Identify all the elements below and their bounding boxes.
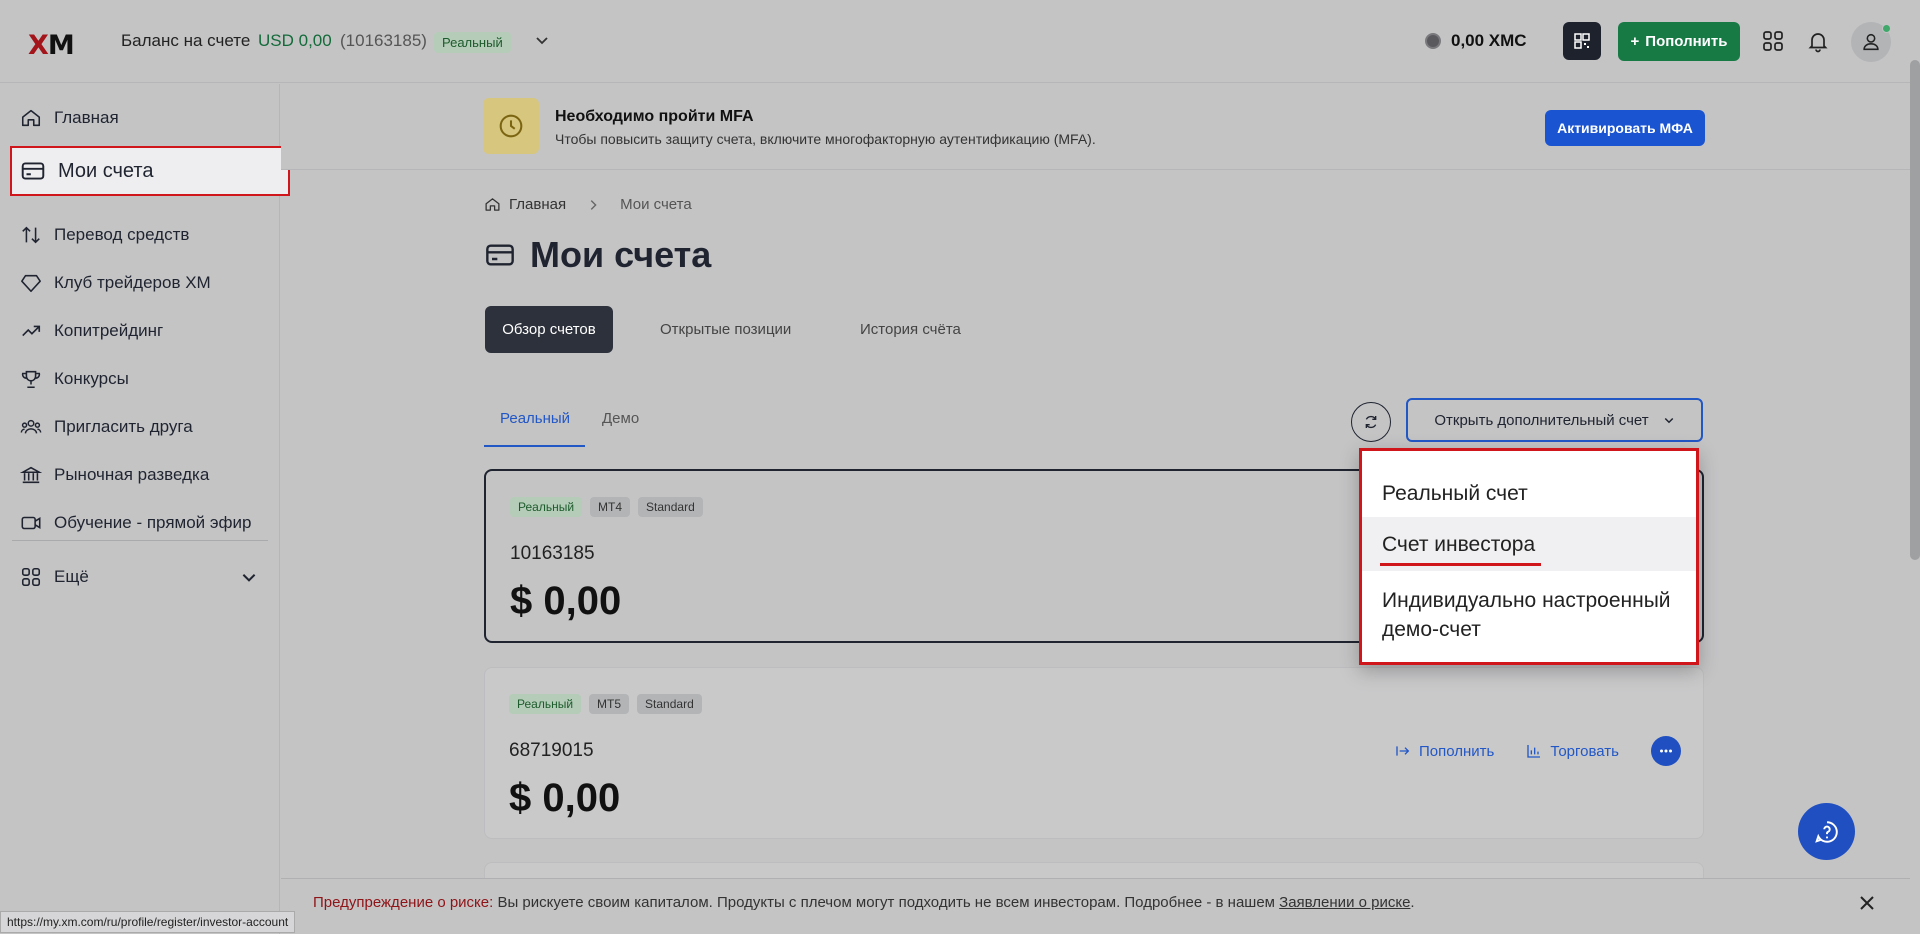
- balance-value: USD 0,00: [258, 31, 332, 50]
- users-icon: [20, 419, 42, 434]
- account-type-badge: Реальный: [510, 497, 583, 517]
- help-chat-button[interactable]: [1798, 803, 1855, 860]
- chevron-down-icon: [242, 574, 256, 582]
- breadcrumb-home[interactable]: Главная: [509, 196, 566, 213]
- account-id: (10163185): [340, 31, 427, 50]
- balance-label: Баланс на счете: [121, 31, 251, 50]
- platform-badge: MT4: [590, 497, 631, 517]
- chevron-down-icon: [1664, 417, 1673, 424]
- account-tags: Реальный MT4 Standard: [510, 497, 703, 517]
- account-balance: $ 0,00: [509, 776, 621, 820]
- refresh-button[interactable]: [1351, 402, 1391, 442]
- sidebar: Главная Мои счета Перевод средств Клуб т…: [0, 84, 290, 934]
- sidebar-item-transfer[interactable]: Перевод средств: [20, 215, 189, 255]
- more-dots-icon: [1660, 749, 1672, 753]
- mfa-title: Необходимо пройти MFA: [555, 108, 754, 125]
- online-status-dot: [1882, 24, 1891, 33]
- mfa-description: Чтобы повысить защиту счета, включите мн…: [555, 131, 1096, 147]
- account-kind-badge: Standard: [637, 694, 702, 714]
- tab-accounts-overview[interactable]: Обзор счетов: [485, 306, 613, 353]
- qr-code-button[interactable]: [1563, 22, 1601, 60]
- card-icon: [486, 244, 514, 266]
- account-tags: Реальный MT5 Standard: [509, 694, 702, 714]
- subtab-real[interactable]: Реальный: [483, 410, 586, 447]
- highlight-underline: [1380, 563, 1541, 566]
- page-scrollbar[interactable]: [1910, 60, 1920, 560]
- mfa-clock-tile: [483, 98, 539, 154]
- account-number: 10163185: [510, 543, 595, 564]
- account-card[interactable]: Реальный MT5 Standard 68719015 $ 0,00 По…: [484, 667, 1704, 839]
- transfer-icon: [22, 226, 40, 244]
- account-trade-button[interactable]: Торговать: [1526, 743, 1619, 760]
- xmc-coin-icon: [1425, 33, 1441, 49]
- breadcrumb-current: Мои счета: [620, 196, 692, 213]
- home-icon: [21, 109, 41, 127]
- status-bar-url: https://my.xm.com/ru/profile/register/in…: [0, 911, 296, 933]
- subtab-demo[interactable]: Демо: [602, 410, 639, 427]
- account-kind-badge: Standard: [638, 497, 703, 517]
- tab-open-positions[interactable]: Открытые позиции: [660, 306, 791, 353]
- sidebar-item-home[interactable]: Главная: [20, 98, 119, 138]
- account-actions: Пополнить Торговать: [1395, 736, 1681, 766]
- deposit-arrow-icon: [1396, 746, 1410, 756]
- account-type-badge: Реальный: [434, 32, 511, 53]
- deposit-button[interactable]: + Пополнить: [1618, 22, 1740, 61]
- chart-bars-icon: [1527, 745, 1541, 758]
- sidebar-item-market-intelligence[interactable]: Рыночная разведка: [20, 455, 209, 495]
- close-icon[interactable]: [1858, 894, 1876, 912]
- apps-grid-icon: [21, 567, 41, 587]
- home-icon: [485, 198, 500, 211]
- page-title: Мои счета: [484, 234, 711, 276]
- activate-mfa-button[interactable]: Активировать МФА: [1545, 110, 1705, 146]
- sidebar-item-copytrading[interactable]: Копитрейдинг: [20, 311, 163, 351]
- sidebar-item-contests[interactable]: Конкурсы: [20, 359, 129, 399]
- sidebar-divider: [12, 540, 268, 541]
- apps-grid-icon[interactable]: [1761, 29, 1785, 53]
- platform-badge: MT5: [589, 694, 630, 714]
- chevron-right-icon: [590, 199, 597, 210]
- chevron-down-icon[interactable]: [534, 32, 550, 48]
- risk-statement-link[interactable]: Заявлении о риске: [1279, 894, 1410, 911]
- account-deposit-button[interactable]: Пополнить: [1395, 743, 1494, 760]
- diamond-icon: [21, 274, 41, 293]
- dropdown-item-real-account[interactable]: Реальный счет: [1362, 479, 1696, 508]
- sidebar-item-more[interactable]: Ещё: [20, 557, 260, 597]
- clock-icon: [499, 114, 523, 138]
- refresh-icon: [1365, 415, 1377, 429]
- open-account-dropdown: Реальный счет Счет инвестора Индивидуаль…: [1359, 448, 1699, 665]
- plus-icon: +: [1630, 33, 1640, 50]
- tab-account-history[interactable]: История счёта: [860, 306, 961, 353]
- trend-icon: [22, 325, 41, 337]
- user-icon: [1863, 33, 1879, 51]
- dropdown-item-custom-demo-account[interactable]: Индивидуально настроенный демо-счет: [1362, 586, 1682, 644]
- sidebar-item-live-education[interactable]: Обучение - прямой эфир: [20, 503, 252, 543]
- dropdown-item-investor-account[interactable]: Счет инвестора: [1362, 517, 1696, 571]
- account-type-badge: Реальный: [509, 694, 582, 714]
- sidebar-item-my-accounts[interactable]: Мои счета: [10, 146, 290, 196]
- bell-icon[interactable]: [1806, 29, 1830, 53]
- more-options-button[interactable]: [1651, 736, 1681, 766]
- help-chat-icon: [1814, 820, 1838, 843]
- open-additional-account-button[interactable]: Открыть дополнительный счет: [1406, 398, 1703, 442]
- bank-icon: [20, 466, 42, 484]
- card-icon: [21, 162, 45, 180]
- risk-warning-text: Предупреждение о риске: Вы рискуете свои…: [313, 894, 1415, 911]
- qr-code-icon: [1574, 33, 1590, 49]
- account-number: 68719015: [509, 740, 594, 761]
- xmc-balance: 0,00 XMC: [1451, 31, 1527, 50]
- top-header: XM Баланс на счете USD 0,00 (10163185) Р…: [0, 0, 1920, 83]
- account-balance: $ 0,00: [510, 579, 622, 623]
- xm-logo[interactable]: XM: [28, 30, 75, 61]
- sidebar-item-traders-club[interactable]: Клуб трейдеров XM: [20, 263, 211, 303]
- sidebar-item-invite-friend[interactable]: Пригласить друга: [20, 407, 193, 447]
- risk-warning-label: Предупреждение о риске:: [313, 894, 494, 911]
- video-icon: [21, 516, 41, 530]
- trophy-icon: [21, 370, 41, 389]
- breadcrumb: Главная Мои счета: [484, 196, 692, 213]
